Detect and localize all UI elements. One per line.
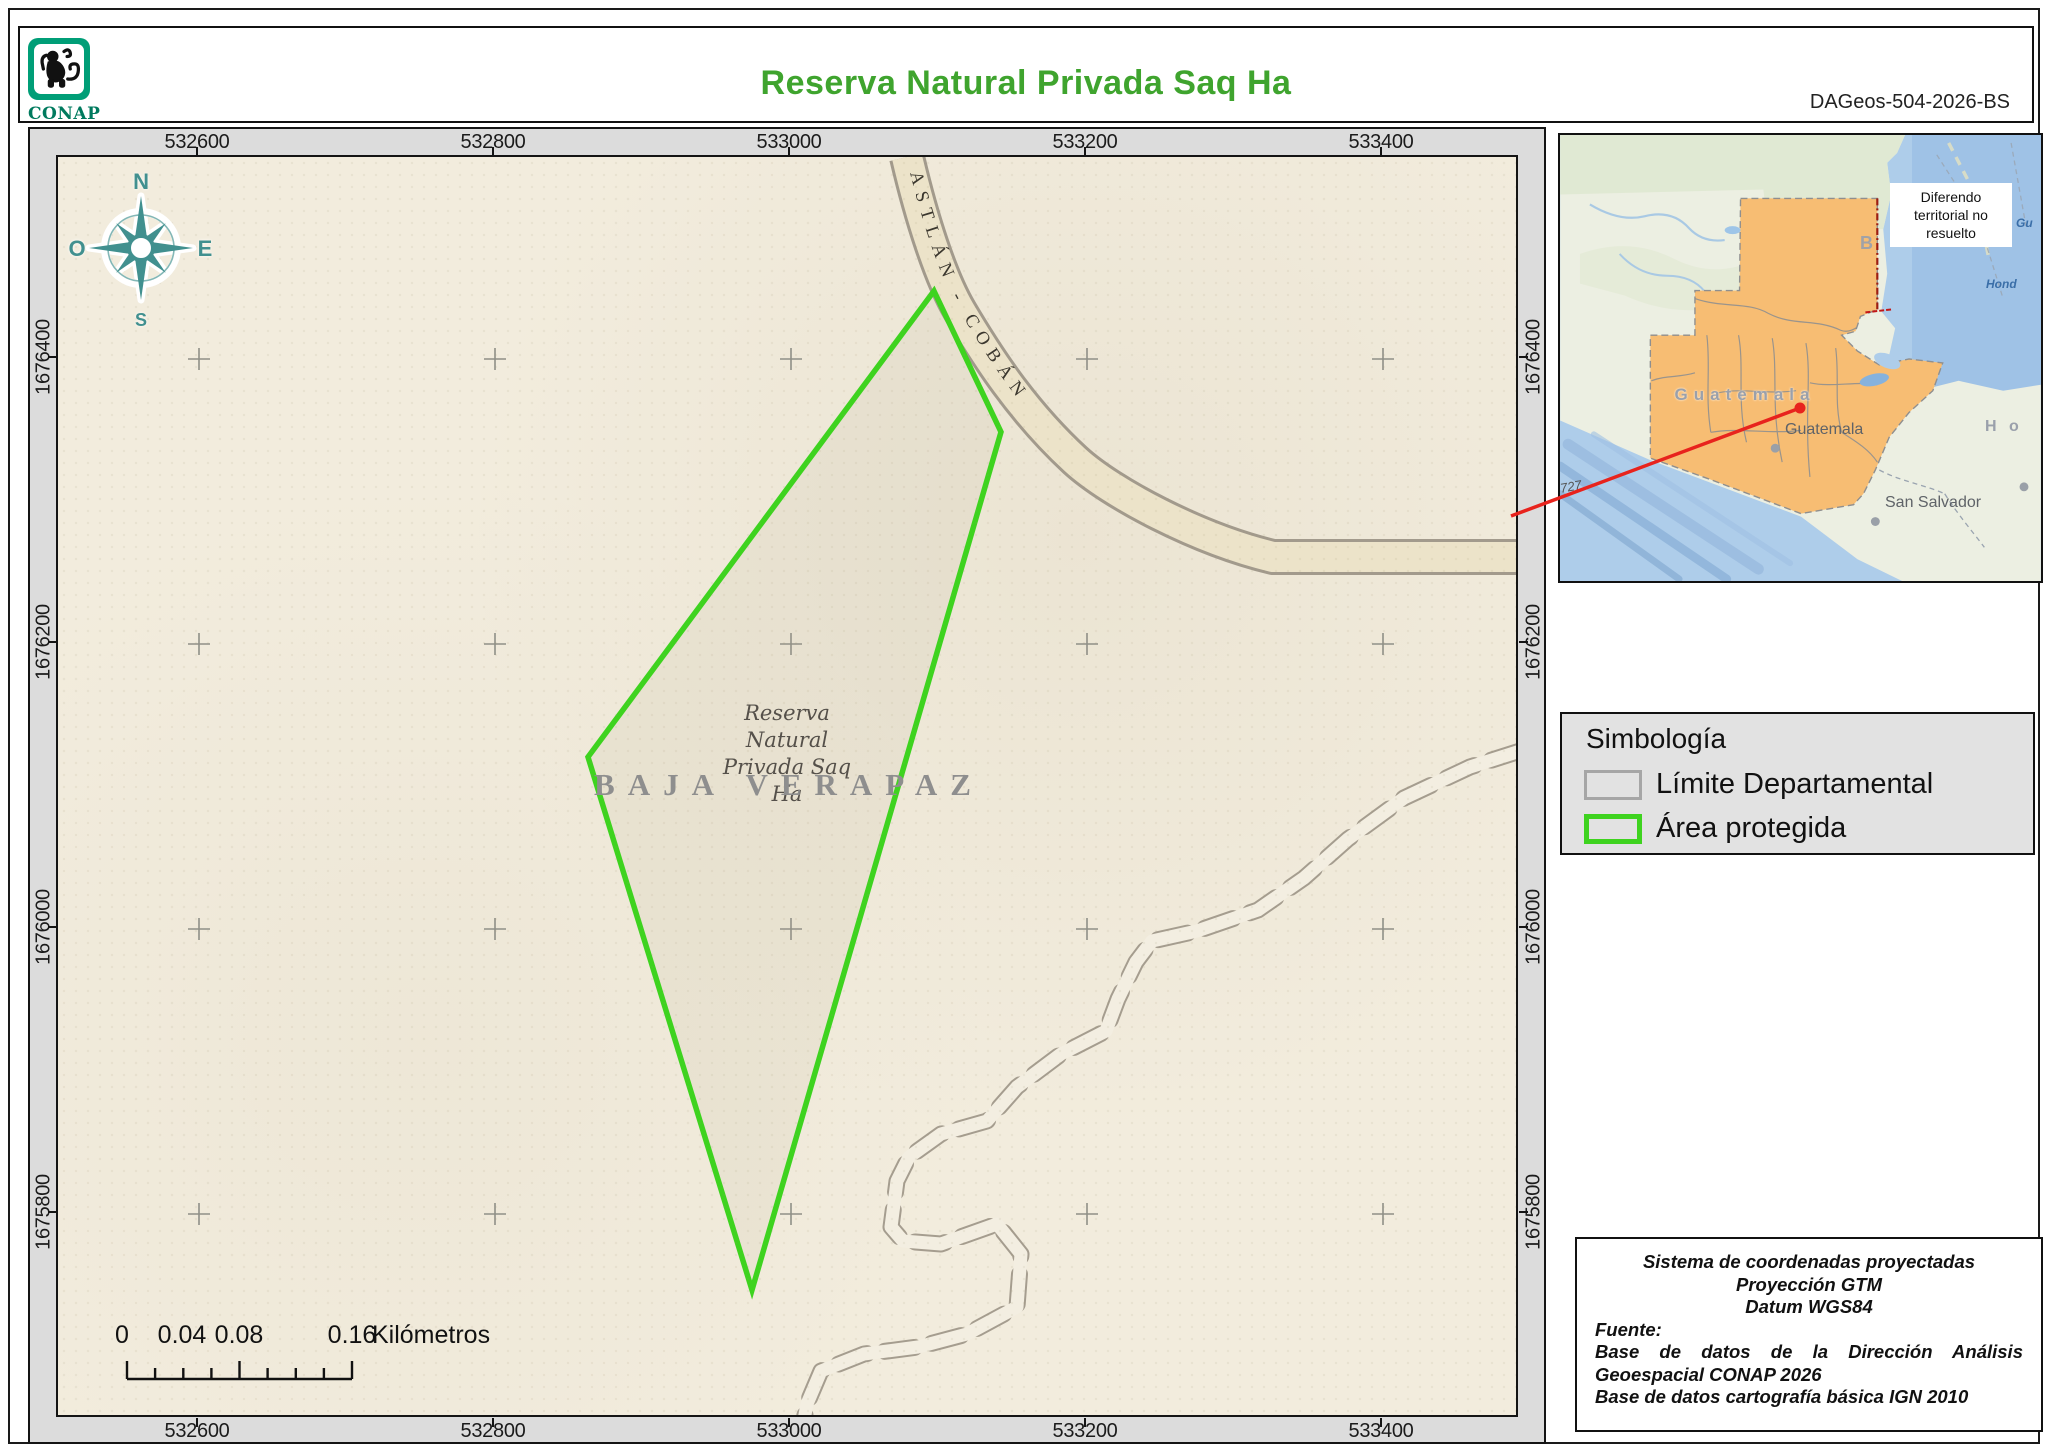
document-code: DAGeos-504-2026-BS [1809,91,2010,113]
grid-tick [492,147,494,156]
capital-city-label: Guatemala [1785,421,1864,438]
map-document-page: CONAP Reserva Natural Privada Saq Ha DAG… [0,0,2048,1452]
source-line-2: Base de datos cartografía básica IGN 201… [1595,1386,1969,1407]
header: CONAP Reserva Natural Privada Saq Ha DAG… [18,26,2034,124]
credits-box: Sistema de coordenadas proyectadas Proye… [1575,1237,2043,1432]
legend-title: Simbología [1586,723,1727,754]
scale-tick-label: 0.16 [327,1321,377,1349]
grid-tick [196,1418,198,1427]
gulf-label-fragment2: Gu [2016,216,2033,230]
scale-tick-label: 0.08 [214,1321,264,1349]
svg-text:E: E [198,236,213,261]
department-name-label: BAJA VERAPAZ [594,767,984,802]
san-salvador-label: San Salvador [1885,494,1982,511]
country-label: Guatemala [1674,385,1816,404]
page-title: Reserva Natural Privada Saq Ha [760,64,1292,102]
grid-tick [1084,147,1086,156]
grid-tick [48,356,57,358]
grid-tick [1380,147,1382,156]
legend: Simbología Límite Departamental Área pro… [1560,712,2035,855]
map-frame: ASTLÁN - COBÁN N S O E Reserva Natural P… [28,127,1546,1444]
legend-item-label: Límite Departamental [1656,768,1934,800]
grid-tick [48,641,57,643]
grid-tick [492,1418,494,1427]
grid-tick [1519,356,1528,358]
scale-tick-label: 0.04 [157,1321,207,1349]
source-line-1: Base de datos de la Dirección Análisis G… [1595,1341,2023,1385]
grid-tick [1084,1418,1086,1427]
reserve-label-line: Reserva [744,701,830,725]
honduras-label-fragment: H o [1985,418,2023,435]
projection-line: Proyección GTM [1736,1273,1882,1295]
territorial-note: Diferendo territorial no resuelto [1890,183,2012,247]
grid-tick [1519,1211,1528,1213]
reserve-label-line: Natural [745,728,829,752]
compass-rose-icon: N S O E [68,169,213,330]
scale-bar-ticks [125,1361,354,1381]
grid-tick [788,1418,790,1427]
departmental-boundary-swatch [1584,770,1642,800]
main-map[interactable]: ASTLÁN - COBÁN N S O E Reserva Natural P… [56,155,1518,1417]
gulf-label-fragment: Hond [1986,277,2017,291]
scale-bar: 0 0.04 0.08 0.16 Kilómetros [114,1321,514,1385]
conap-wordmark: CONAP [28,104,101,124]
svg-text:S: S [135,310,147,330]
grid-tick [48,1211,57,1213]
source-heading: Fuente: [1595,1318,1662,1340]
protected-area-swatch [1584,814,1642,844]
trail [796,743,1516,1415]
svg-text:O: O [68,236,85,261]
crs-line: Sistema de coordenadas proyectadas [1642,1251,1976,1272]
datum-line: Datum WGS84 [1745,1296,1873,1317]
grid-tick [788,147,790,156]
grid-tick [1519,926,1528,928]
grid-tick [48,926,57,928]
legend-item-label: Área protegida [1656,812,1847,844]
grid-tick [1380,1418,1382,1427]
grid-tick [196,147,198,156]
grid-tick [1519,641,1528,643]
scale-tick-label: 0 [115,1321,129,1349]
belize-label-fragment: B [1860,233,1873,253]
scale-unit-label: Kilómetros [372,1321,491,1349]
svg-text:N: N [133,169,149,194]
